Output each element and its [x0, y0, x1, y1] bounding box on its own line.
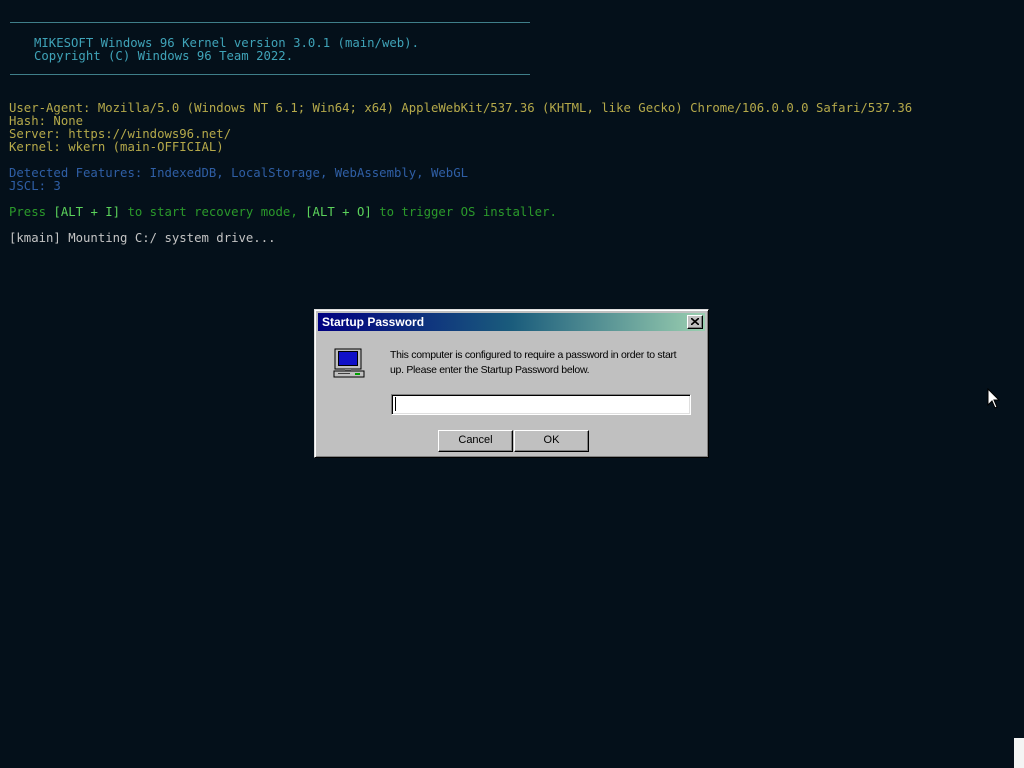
dialog-titlebar[interactable]: Startup Password	[318, 313, 705, 331]
computer-icon	[333, 348, 365, 378]
dialog-title: Startup Password	[322, 315, 425, 329]
copyright-line: Copyright (C) Windows 96 Team 2022.	[34, 49, 294, 63]
detected-features-line: Detected Features: IndexedDB, LocalStora…	[9, 166, 469, 180]
kernel-line: Kernel: wkern (main-OFFICIAL)	[9, 140, 224, 154]
close-icon	[691, 318, 699, 325]
recovery-key-hint: [ALT + I]	[53, 205, 121, 219]
boot-console-screen: MIKESOFT Windows 96 Kernel version 3.0.1…	[0, 0, 1024, 768]
header-divider-bottom	[10, 74, 530, 75]
jscl-line: JSCL: 3	[9, 179, 61, 193]
header-divider-top	[10, 22, 530, 23]
cancel-button[interactable]: Cancel	[438, 430, 513, 452]
recovery-hint-line: Press [ALT + I] to start recovery mode, …	[9, 206, 557, 219]
mounting-line: [kmain] Mounting C:/ system drive...	[9, 231, 276, 245]
text-caret	[395, 397, 396, 411]
recovery-mid-text: to start recovery mode,	[120, 205, 306, 219]
startup-password-input[interactable]	[391, 394, 691, 415]
recovery-press-text: Press	[9, 205, 54, 219]
dialog-message: This computer is configured to require a…	[390, 349, 677, 376]
mouse-pointer-icon	[987, 388, 1000, 409]
installer-key-hint: [ALT + O]	[305, 205, 372, 219]
recovery-end-text: to trigger OS installer.	[371, 205, 557, 219]
user-agent-line: User-Agent: Mozilla/5.0 (Windows NT 6.1;…	[9, 101, 913, 115]
ok-button[interactable]: OK	[514, 430, 589, 452]
corner-edge-artifact	[1014, 738, 1024, 768]
startup-password-dialog: Startup Password This computer is config…	[314, 309, 709, 458]
close-button[interactable]	[687, 315, 703, 329]
